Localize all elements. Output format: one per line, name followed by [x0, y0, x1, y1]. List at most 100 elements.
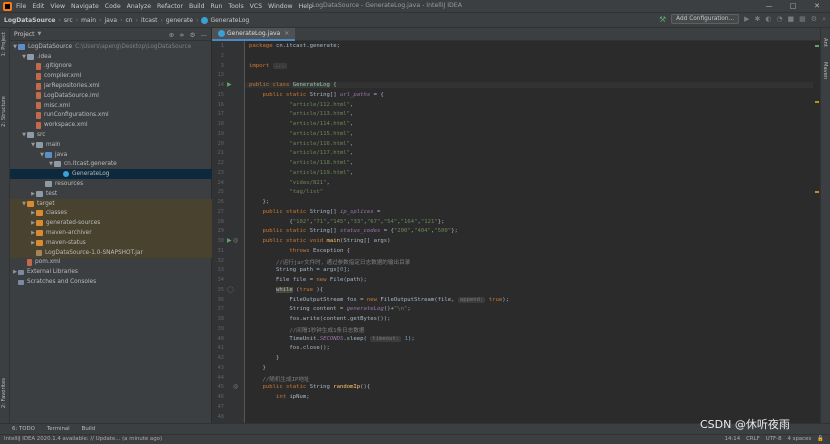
project-view-selector[interactable]: Project — [14, 31, 35, 38]
tree-item[interactable]: jarRepositories.xml — [10, 81, 212, 91]
tree-item[interactable]: misc.xml — [10, 101, 212, 111]
menu-analyze[interactable]: Analyze — [127, 3, 151, 10]
tree-item[interactable]: GenerateLog — [10, 169, 212, 180]
code-line[interactable]: //运行jar文件时，通过参数指定日志数据的输出目录 — [249, 258, 410, 266]
search-icon[interactable]: ⌕ — [822, 15, 826, 24]
code-line[interactable]: public class GenerateLog { — [245, 82, 820, 88]
code-line[interactable]: //随机生成IP地址 — [249, 375, 309, 383]
terminal-tool-tab[interactable]: Terminal — [47, 426, 70, 432]
code-line[interactable]: String content = generateLog()+"\n"; — [249, 306, 410, 312]
menu-vcs[interactable]: VCS — [250, 3, 262, 10]
code-line[interactable]: } — [249, 355, 279, 361]
breadcrumb-generatelog[interactable]: GenerateLog — [210, 17, 249, 24]
method-icon[interactable]: ◎ — [233, 383, 238, 390]
project-tool-tab[interactable]: 1: Project — [1, 32, 7, 56]
menu-run[interactable]: Run — [211, 3, 223, 10]
debug-icon[interactable]: ✱ — [754, 15, 760, 23]
code-line[interactable]: import ... — [249, 62, 287, 69]
tree-item[interactable]: ▶ External Libraries — [10, 267, 212, 277]
hide-icon[interactable]: — — [201, 31, 208, 39]
maximize-button[interactable]: □ — [784, 0, 802, 12]
profile-icon[interactable]: ◔ — [776, 15, 782, 23]
run-icon[interactable]: ▶ — [744, 15, 749, 23]
structure-tool-tab[interactable]: 2: Structure — [1, 96, 7, 127]
tree-item[interactable]: ▶ test — [10, 189, 212, 199]
code-line[interactable]: "article/119.html", — [249, 170, 353, 176]
tree-item[interactable]: resources — [10, 179, 212, 189]
code-line[interactable]: int ipNum; — [249, 394, 310, 400]
project-structure-icon[interactable]: ▦ — [799, 15, 806, 23]
tree-item[interactable]: workspace.xml — [10, 120, 212, 130]
tree-item[interactable]: ▶ generated-sources — [10, 218, 212, 229]
code-line[interactable]: "article/112.html", — [249, 102, 353, 108]
code-line[interactable]: public static String[] ip_splices = — [249, 209, 380, 215]
code-line[interactable]: "article/114.html", — [249, 121, 353, 127]
code-line[interactable]: TimeUnit.SECONDS.sleep( timeout: 1); — [249, 335, 415, 342]
menu-build[interactable]: Build — [189, 3, 205, 10]
coverage-icon[interactable]: ◐ — [765, 15, 771, 23]
breadcrumb-java[interactable]: java — [104, 17, 117, 24]
code-line[interactable]: "article/113.html", — [249, 111, 353, 117]
ant-tool-tab[interactable]: Ant — [822, 38, 828, 47]
code-line[interactable]: public static String[] url_paths = { — [249, 92, 383, 98]
tree-item[interactable]: Scratches and Consoles — [10, 277, 212, 287]
code-line[interactable]: } — [249, 365, 265, 371]
tree-item[interactable]: ▼ target — [10, 198, 212, 209]
breadcrumb-generate[interactable]: generate — [166, 17, 193, 24]
breadcrumb-cn[interactable]: cn — [125, 17, 132, 24]
lock-icon[interactable]: 🔓 — [817, 436, 824, 442]
code-line[interactable]: "article/116.html", — [249, 141, 353, 147]
stop-icon[interactable]: ■ — [788, 15, 795, 23]
menu-tools[interactable]: Tools — [228, 3, 243, 10]
tree-item[interactable]: ▼ main — [10, 140, 212, 150]
file-encoding[interactable]: UTF-8 — [766, 436, 782, 442]
run-class-icon[interactable]: ▶ — [227, 81, 232, 88]
collapse-icon[interactable]: ≑ — [179, 31, 184, 39]
settings-icon[interactable]: ⚙ — [811, 15, 817, 23]
breadcrumb-project[interactable]: LogDataSource — [4, 17, 56, 24]
code-line[interactable]: File file = new File(path); — [249, 277, 367, 283]
code-line[interactable]: "tag/list" — [249, 189, 323, 195]
tab-generatelog[interactable]: GenerateLog.java × — [212, 28, 296, 41]
tree-item[interactable]: ▼ cn.itcast.generate — [10, 160, 212, 170]
menu-window[interactable]: Window — [268, 3, 292, 10]
tree-item[interactable]: LogDataSource.iml — [10, 91, 212, 101]
tree-item[interactable]: .gitignore — [10, 62, 212, 72]
code-line[interactable]: "article/115.html", — [249, 131, 353, 137]
code-line[interactable]: //间隔1秒钟生成1条日志数据 — [249, 326, 364, 334]
breadcrumb-itcast[interactable]: itcast — [141, 17, 157, 24]
menu-help[interactable]: Help — [299, 3, 313, 10]
tree-item[interactable]: ▼ .idea — [10, 52, 212, 62]
code-line[interactable]: {"102","71","145","33","67","54","164","… — [249, 219, 444, 225]
build-hammer-icon[interactable]: ⚒ — [659, 15, 666, 24]
tree-item[interactable]: compiler.xml — [10, 71, 212, 81]
tree-item[interactable]: ▼ java — [10, 150, 212, 160]
tree-item[interactable]: LogDataSource-1.0-SNAPSHOT.jar — [10, 247, 212, 258]
menu-refactor[interactable]: Refactor — [157, 3, 183, 10]
menu-code[interactable]: Code — [105, 3, 121, 10]
override-icon[interactable]: ◎ — [233, 237, 238, 244]
tree-item[interactable]: ▼ LogDataSource C:\Users\apeng\Desktop\Log… — [10, 42, 212, 52]
code-line[interactable]: }; — [249, 199, 269, 205]
tree-item[interactable]: ▼ src — [10, 130, 212, 140]
todo-tool-tab[interactable]: 6: TODO — [12, 426, 35, 432]
menu-navigate[interactable]: Navigate — [71, 3, 99, 10]
menu-view[interactable]: View — [50, 3, 65, 10]
code-editor[interactable]: package cn.itcast.generate; import ... pub… — [245, 41, 820, 423]
tree-item[interactable]: ▶ classes — [10, 208, 212, 219]
breadcrumb-main[interactable]: main — [81, 17, 96, 24]
build-tool-tab[interactable]: Build — [82, 426, 96, 432]
add-configuration-button[interactable]: Add Configuration... — [671, 14, 740, 24]
code-line[interactable]: "article/117.html", — [249, 150, 353, 156]
code-line[interactable]: public static String[] status_codes = {"… — [249, 228, 457, 234]
tree-item[interactable]: runConfigurations.xml — [10, 111, 212, 121]
code-line[interactable]: public static void main(String[] args) — [249, 238, 390, 244]
code-line[interactable]: package cn.itcast.generate; — [249, 43, 340, 49]
code-line[interactable]: "video/821", — [249, 180, 329, 186]
tree-item[interactable]: pom.xml — [10, 258, 212, 268]
menu-file[interactable]: File — [16, 3, 26, 10]
menu-edit[interactable]: Edit — [32, 3, 44, 10]
indent-setting[interactable]: 4 spaces — [788, 436, 812, 442]
code-line[interactable]: String path = args[0]; — [249, 267, 350, 273]
breadcrumb-src[interactable]: src — [64, 17, 73, 24]
